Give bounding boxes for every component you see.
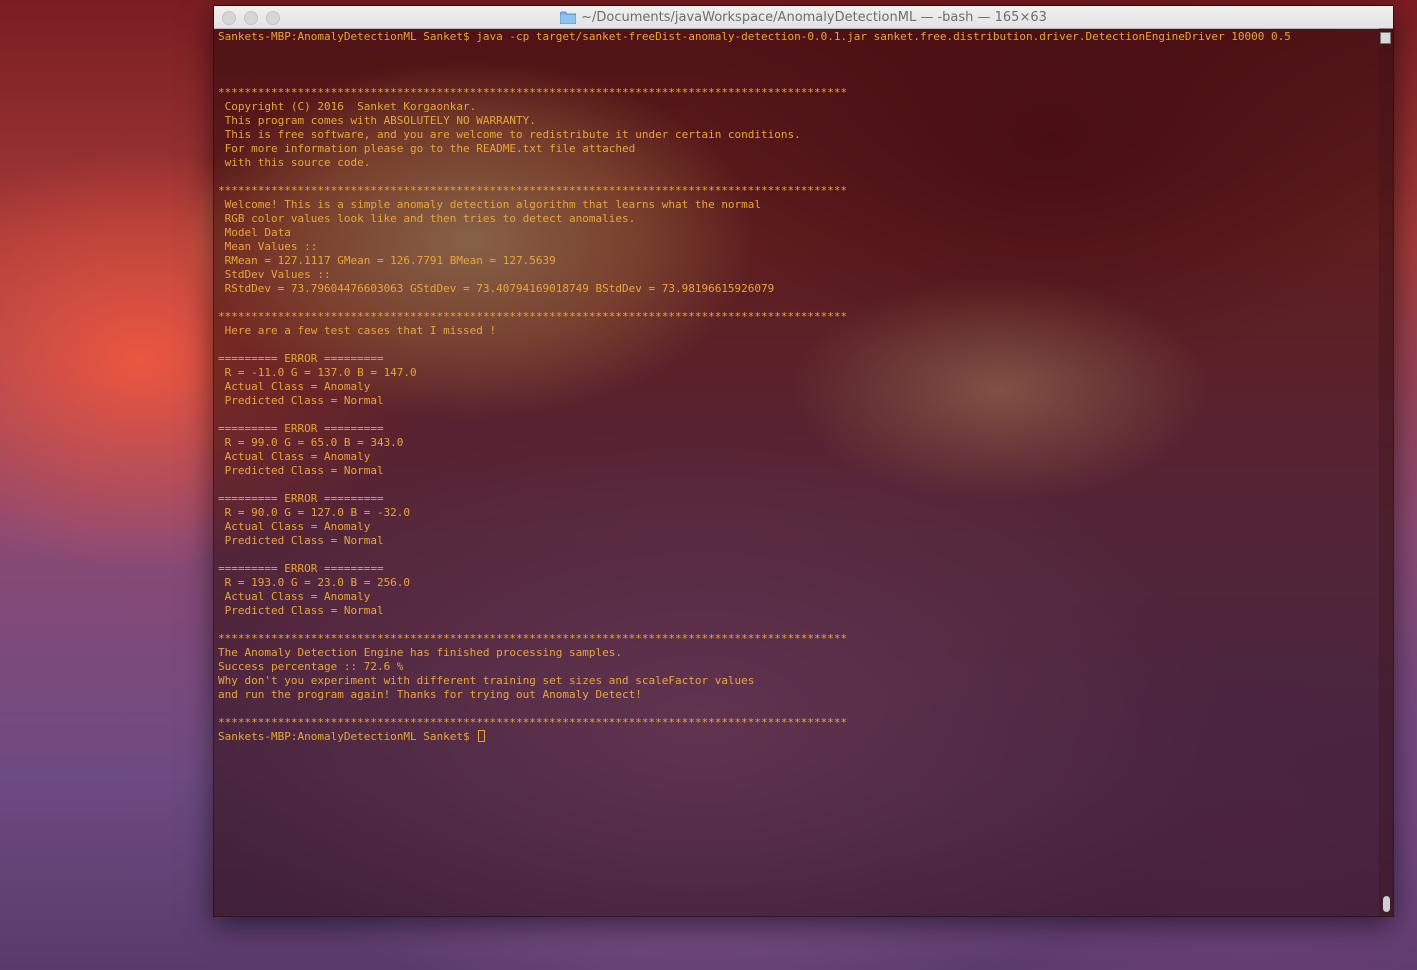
terminal-line: Here are a few test cases that I missed … bbox=[218, 324, 497, 337]
terminal-line: Actual Class = Anomaly bbox=[218, 380, 371, 393]
zoom-button[interactable] bbox=[266, 11, 280, 25]
title-bar[interactable]: ~/Documents/javaWorkspace/AnomalyDetecti… bbox=[214, 6, 1393, 29]
terminal-line: Predicted Class = Normal bbox=[218, 534, 384, 547]
terminal-line: Predicted Class = Normal bbox=[218, 394, 384, 407]
text-cursor bbox=[478, 730, 486, 742]
terminal-output[interactable]: Sankets-MBP:AnomalyDetectionML Sanket$ j… bbox=[218, 30, 1377, 916]
split-pane-icon[interactable] bbox=[1380, 32, 1391, 44]
terminal-line: with this source code. bbox=[218, 156, 371, 169]
terminal-line: R = 90.0 G = 127.0 B = -32.0 bbox=[218, 506, 411, 519]
terminal-line: For more information please go to the RE… bbox=[218, 142, 636, 155]
terminal-line: Sankets-MBP:AnomalyDetectionML Sanket$ j… bbox=[218, 30, 1291, 43]
terminal-window[interactable]: ~/Documents/javaWorkspace/AnomalyDetecti… bbox=[213, 5, 1394, 917]
terminal-line: ========= ERROR ========= bbox=[218, 422, 384, 435]
terminal-line: RMean = 127.1117 GMean = 126.7791 BMean … bbox=[218, 254, 556, 267]
minimize-button[interactable] bbox=[244, 11, 258, 25]
folder-icon bbox=[560, 11, 577, 24]
terminal-line: R = 99.0 G = 65.0 B = 343.0 bbox=[218, 436, 404, 449]
close-button[interactable] bbox=[222, 11, 236, 25]
scroll-thumb[interactable] bbox=[1383, 896, 1390, 912]
terminal-line: RGB color values look like and then trie… bbox=[218, 212, 636, 225]
terminal-line: ========= ERROR ========= bbox=[218, 492, 384, 505]
terminal-line: This is free software, and you are welco… bbox=[218, 128, 801, 141]
terminal-line: Mean Values :: bbox=[218, 240, 318, 253]
scrollbar[interactable] bbox=[1379, 28, 1393, 916]
terminal-line: Success percentage :: 72.6 % bbox=[218, 660, 404, 673]
terminal-line: The Anomaly Detection Engine has finishe… bbox=[218, 646, 622, 659]
terminal-line: Copyright (C) 2016 Sanket Korgaonkar. bbox=[218, 100, 477, 113]
terminal-line: ****************************************… bbox=[218, 716, 848, 729]
terminal-line: Actual Class = Anomaly bbox=[218, 590, 371, 603]
terminal-line: ****************************************… bbox=[218, 184, 848, 197]
terminal-line: R = -11.0 G = 137.0 B = 147.0 bbox=[218, 366, 417, 379]
terminal-prompt-line[interactable]: Sankets-MBP:AnomalyDetectionML Sanket$ bbox=[218, 730, 1377, 744]
terminal-line: This program comes with ABSOLUTELY NO WA… bbox=[218, 114, 536, 127]
terminal-line: ****************************************… bbox=[218, 86, 848, 99]
terminal-line: Actual Class = Anomaly bbox=[218, 450, 371, 463]
terminal-line: ========= ERROR ========= bbox=[218, 562, 384, 575]
window-controls bbox=[222, 11, 280, 25]
terminal-line: Predicted Class = Normal bbox=[218, 464, 384, 477]
terminal-line: ****************************************… bbox=[218, 310, 848, 323]
terminal-line: Predicted Class = Normal bbox=[218, 604, 384, 617]
window-title: ~/Documents/javaWorkspace/AnomalyDetecti… bbox=[581, 9, 1047, 25]
terminal-line: StdDev Values :: bbox=[218, 268, 331, 281]
terminal-line: Welcome! This is a simple anomaly detect… bbox=[218, 198, 762, 211]
terminal-line: Why don't you experiment with different … bbox=[218, 674, 755, 687]
terminal-line: ****************************************… bbox=[218, 632, 848, 645]
shell-prompt: Sankets-MBP:AnomalyDetectionML Sanket$ bbox=[218, 730, 477, 743]
terminal-line: and run the program again! Thanks for tr… bbox=[218, 688, 642, 701]
terminal-line: R = 193.0 G = 23.0 B = 256.0 bbox=[218, 576, 411, 589]
terminal-line: RStdDev = 73.79604476603063 GStdDev = 73… bbox=[218, 282, 775, 295]
terminal-line: Actual Class = Anomaly bbox=[218, 520, 371, 533]
window-title-group: ~/Documents/javaWorkspace/AnomalyDetecti… bbox=[560, 10, 1047, 25]
terminal-line: Model Data bbox=[218, 226, 291, 239]
terminal-line: ========= ERROR ========= bbox=[218, 352, 384, 365]
